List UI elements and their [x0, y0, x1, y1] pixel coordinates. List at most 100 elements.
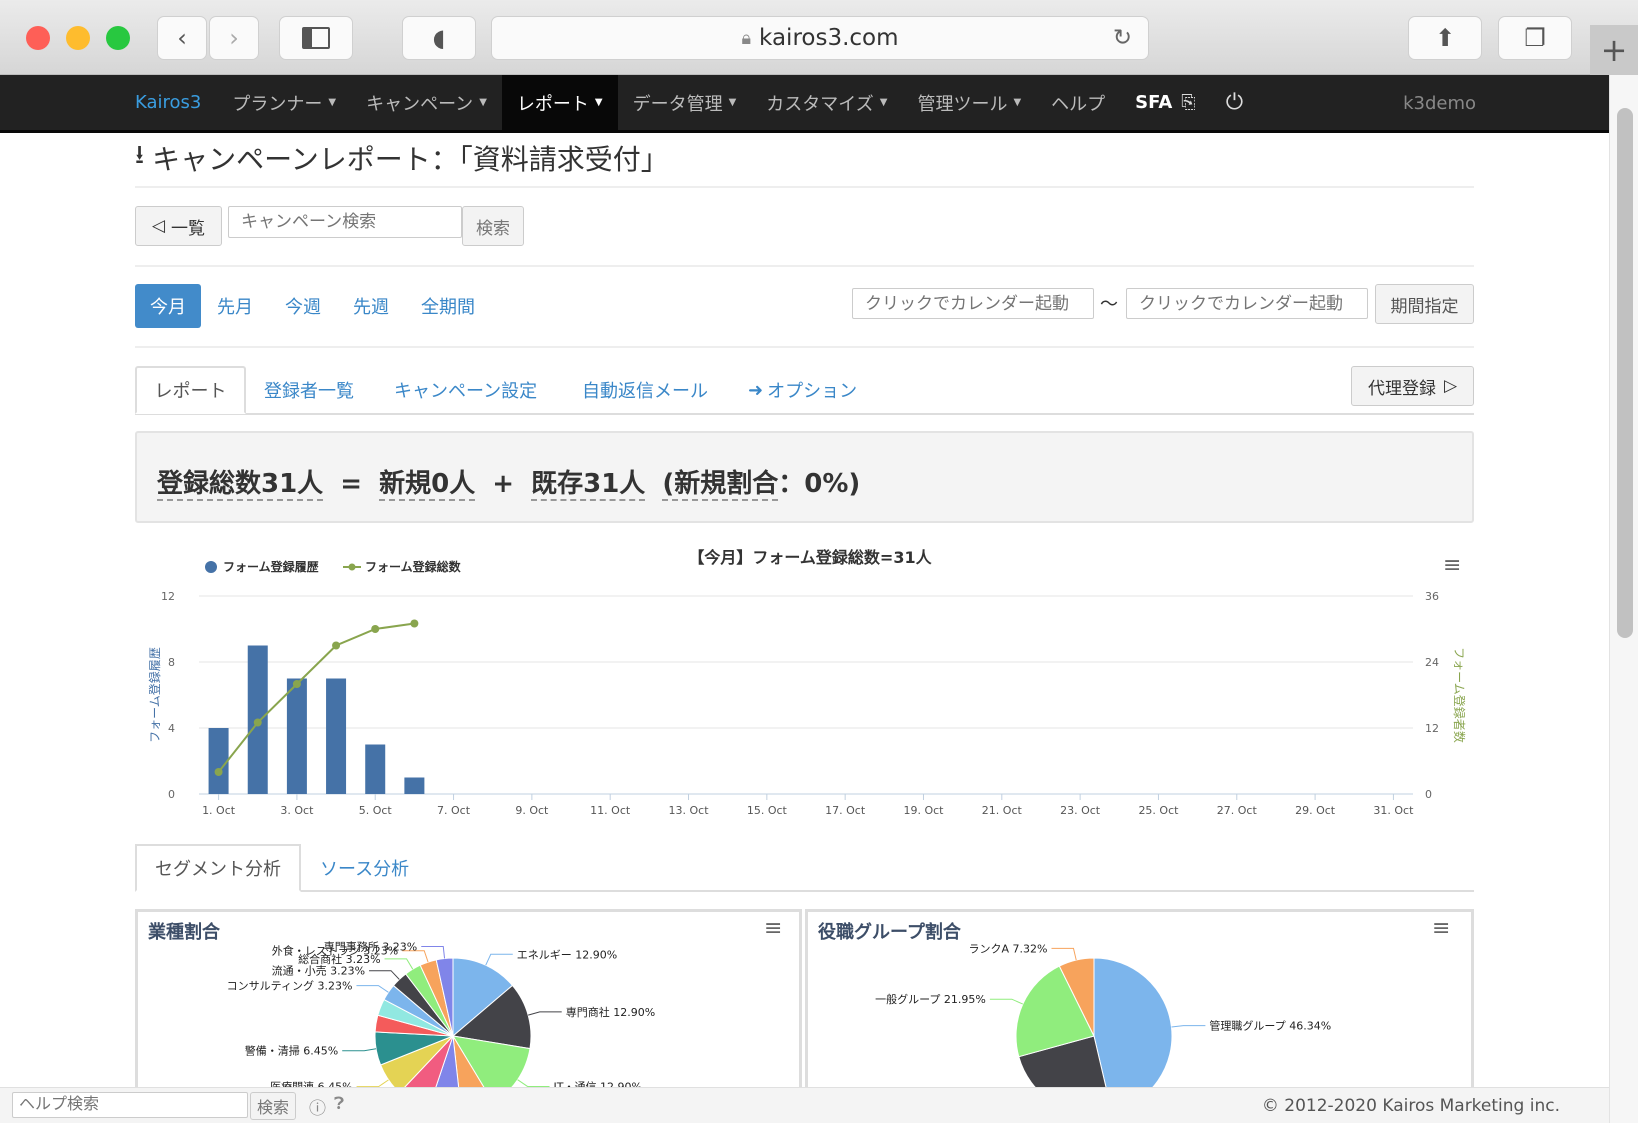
tab-item[interactable]: キャンペーン設定 [394, 366, 537, 414]
nav-item[interactable]: プランナー ▼ [217, 75, 351, 130]
username[interactable]: k3demo [1403, 93, 1476, 114]
tab-label: 登録者一覧 [264, 381, 354, 402]
help-search-button[interactable]: 検索 [250, 1092, 296, 1120]
minimize-window-button[interactable] [66, 26, 90, 50]
arrow-right-icon: ➜ [748, 379, 764, 401]
maximize-window-button[interactable] [106, 26, 130, 50]
new-ratio-label[interactable]: (新規割合 [662, 469, 779, 501]
period-option[interactable]: 今月 [135, 283, 201, 328]
line-point[interactable] [371, 625, 380, 633]
nav-item[interactable]: データ管理 ▼ [618, 75, 752, 130]
nav-item[interactable]: レポート ▼ [501, 75, 618, 130]
date-to-input[interactable] [1126, 288, 1368, 319]
sidebar-toggle-button[interactable] [279, 16, 353, 60]
forward-button[interactable]: › [209, 16, 259, 60]
tab-label: キャンペーン設定 [394, 381, 538, 402]
x-tick-label: 5. Oct [359, 804, 393, 817]
proxy-register-button[interactable]: 代理登録 ▷ [1351, 366, 1474, 406]
period-option[interactable]: 先週 [337, 293, 405, 319]
existing-count[interactable]: 既存31人 [531, 469, 646, 501]
campaign-search-input[interactable] [228, 206, 462, 238]
campaign-search-button[interactable]: 検索 [462, 206, 524, 246]
chart-menu-icon[interactable]: ≡ [1443, 553, 1461, 578]
nav-item[interactable]: キャンペーン ▼ [351, 75, 502, 130]
caret-down-icon: ▼ [594, 97, 603, 108]
pie-connector [369, 970, 400, 980]
bar[interactable] [208, 728, 229, 794]
top-navbar: Kairos3 プランナー ▼ キャンペーン ▼ レポート ▼ データ管理 ▼ カスタマイズ ▼ 管… [0, 75, 1609, 133]
line-point[interactable] [253, 718, 262, 727]
apply-period-button[interactable]: 期間指定 [1375, 284, 1474, 324]
x-tick-label: 17. Oct [825, 804, 866, 817]
pie-slice[interactable] [1093, 957, 1173, 1089]
tab-item[interactable]: レポート [135, 366, 246, 414]
pie-connector [1051, 947, 1077, 961]
pie-connector [384, 958, 414, 970]
x-tick-label: 1. Oct [202, 804, 236, 817]
address-bar[interactable]: 🔒︎ kairos3.com ↻ [491, 16, 1149, 60]
position-pie-chart: 管理職グループ 46.34% 一般グループ 21.95% ランクA 7.32% [875, 942, 1331, 1089]
x-tick-label: 19. Oct [903, 804, 944, 817]
y-right-tick: 24 [1425, 656, 1439, 669]
new-tab-button[interactable]: + [1590, 25, 1638, 75]
bar[interactable] [286, 678, 307, 795]
page-title: ⭳ キャンペーンレポート：「資料請求受付」 [135, 136, 669, 180]
pie-label: 専門事務所 3.23% [324, 940, 417, 954]
pie-connector [528, 1011, 562, 1016]
bar[interactable] [365, 744, 386, 795]
total-count[interactable]: 登録総数31人 [157, 469, 324, 501]
legend-bar[interactable]: フォーム登録履歴 [223, 559, 319, 574]
analysis-tab-label: ソース分析 [320, 859, 410, 880]
y-left-tick: 4 [168, 722, 175, 735]
nav-item[interactable]: ヘルプ [1036, 75, 1120, 130]
analysis-tab[interactable]: セグメント分析 [135, 844, 301, 892]
bar[interactable] [404, 777, 425, 795]
caret-down-icon: ▼ [728, 97, 737, 108]
tab-item[interactable]: 登録者一覧 [264, 366, 354, 414]
tab-label: レポート [154, 381, 227, 402]
help-search-input[interactable] [12, 1092, 248, 1118]
pie-label: 一般グループ 21.95% [875, 992, 986, 1006]
legend-line[interactable]: フォーム登録総数 [365, 559, 462, 574]
line-point[interactable] [332, 641, 341, 650]
close-window-button[interactable] [26, 26, 50, 50]
caret-down-icon: ▼ [328, 97, 337, 108]
nav-item[interactable]: カスタマイズ ▼ [751, 75, 902, 130]
period-option[interactable]: 全期間 [405, 293, 491, 319]
back-button[interactable]: ‹ [157, 16, 207, 60]
lock-icon: 🔒︎ [741, 27, 752, 49]
line-point[interactable] [214, 768, 223, 776]
download-icon: ⭳ [135, 140, 145, 170]
nav-item[interactable]: SFA [1120, 75, 1187, 130]
power-icon[interactable]: ⏻ [1226, 90, 1243, 115]
nav-item[interactable]: 管理ツール ▼ [902, 75, 1036, 130]
position-panel: 役職グループ割合 ≡ 管理職グループ 46.34% 一般グループ 21.95% ラン… [805, 909, 1474, 1089]
registration-summary: 登録総数31人 = 新規0人 + 既存31人 (新規割合：0%) [135, 431, 1474, 523]
x-tick-label: 23. Oct [1060, 804, 1101, 817]
date-from-input[interactable] [852, 288, 1094, 319]
scrollbar-thumb[interactable] [1617, 108, 1633, 638]
x-tick-label: 27. Oct [1217, 804, 1258, 817]
reload-icon[interactable]: ↻ [1113, 25, 1132, 51]
bar[interactable] [326, 678, 347, 795]
y-right-tick: 36 [1425, 590, 1439, 603]
help-icon[interactable]: ❓︎ [334, 1094, 344, 1114]
y-left-tick: 0 [168, 788, 175, 801]
analysis-tab[interactable]: ソース分析 [320, 844, 409, 892]
sfa-exit-icon[interactable]: ⎘ [1181, 92, 1195, 113]
sidebar-icon [302, 27, 330, 49]
tab-item[interactable]: ➜ オプション [748, 366, 857, 414]
period-option[interactable]: 先月 [201, 293, 269, 319]
back-to-list-button[interactable]: ◁ 一覧 [135, 206, 222, 246]
share-button[interactable]: ⬆︎ [1408, 16, 1482, 60]
info-icon[interactable]: ⓘ [309, 1094, 326, 1119]
tabs-overview-button[interactable]: ❐ [1498, 16, 1572, 60]
pie-connector [356, 1079, 389, 1088]
line-point[interactable] [292, 680, 301, 688]
period-option[interactable]: 今週 [269, 293, 337, 319]
brand-link[interactable]: Kairos3 [0, 92, 217, 113]
tab-item[interactable]: 自動返信メール [582, 366, 708, 414]
new-count[interactable]: 新規0人 [379, 469, 476, 501]
privacy-shield-button[interactable]: ◖ [402, 16, 476, 60]
line-point[interactable] [410, 619, 419, 628]
